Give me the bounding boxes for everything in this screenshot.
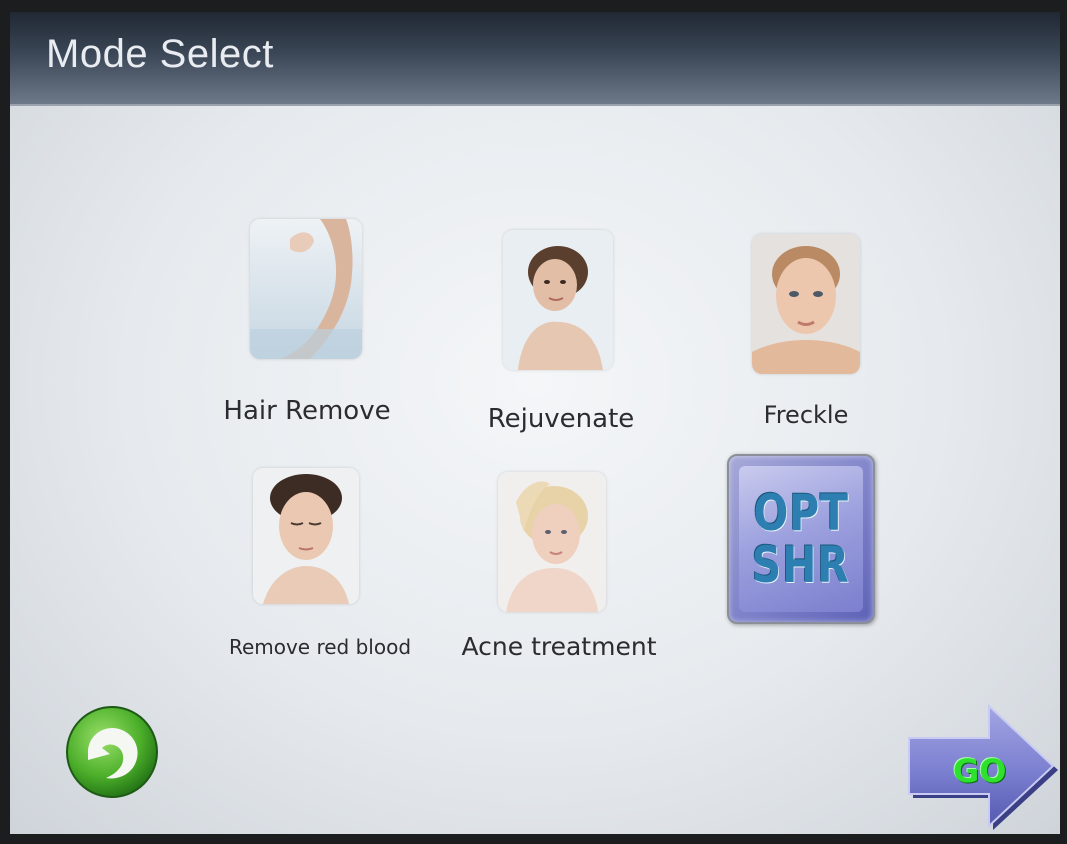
leg-photo-icon xyxy=(250,219,362,359)
shr-label: SHR xyxy=(752,536,850,594)
face-closeup-icon xyxy=(752,234,860,374)
mode-label: Freckle xyxy=(763,401,849,429)
mode-label: Hair Remove xyxy=(223,396,391,426)
mode-label: Rejuvenate xyxy=(487,404,635,434)
mode-label: Remove red blood xyxy=(228,635,412,659)
blonde-woman-icon xyxy=(498,472,606,612)
back-button[interactable] xyxy=(64,704,160,800)
go-label: GO xyxy=(953,752,1007,790)
relaxed-face-icon xyxy=(253,468,359,604)
woman-portrait-icon xyxy=(503,230,613,370)
mode-label: Acne treatment xyxy=(461,632,657,661)
back-arrow-icon xyxy=(66,706,158,798)
opt-shr-button[interactable]: OPT SHR xyxy=(727,454,875,624)
opt-label: OPT xyxy=(753,484,849,542)
page-title: Mode Select xyxy=(46,32,274,76)
touch-screen: Mode Select Hair Remove Rejuvenate Freck… xyxy=(10,12,1060,834)
opt-shr-face: OPT SHR xyxy=(739,466,863,612)
title-divider xyxy=(10,104,1060,106)
title-bar: Mode Select xyxy=(10,12,1060,104)
go-button[interactable]: GO xyxy=(905,700,1060,834)
